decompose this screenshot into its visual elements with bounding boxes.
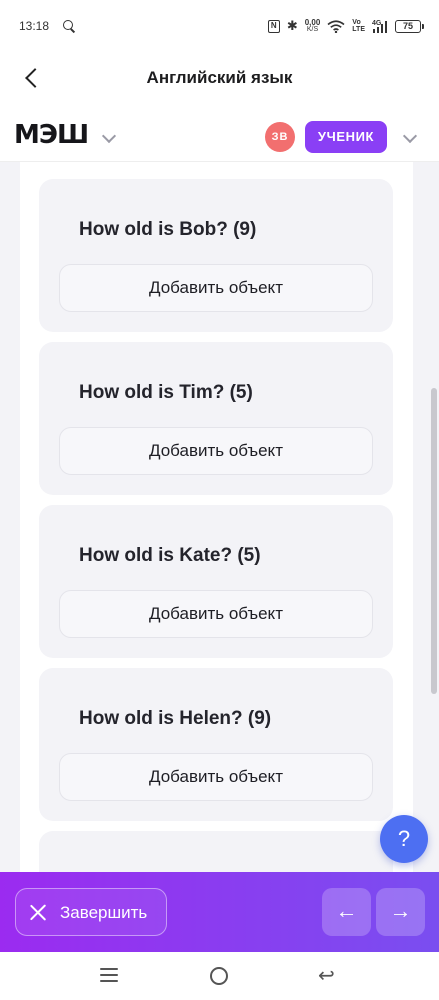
network-type: 4G	[372, 20, 382, 27]
nfc-icon: N	[267, 19, 280, 33]
volte-indicator: Vo LTE	[352, 19, 365, 33]
previous-button[interactable]: ←	[322, 888, 371, 936]
add-object-button[interactable]: Добавить объект	[59, 753, 373, 801]
finish-label: Завершить	[60, 903, 148, 922]
question-list: How old is Bob? (9) Добавить объект How …	[20, 162, 413, 872]
volte-bottom: LTE	[352, 26, 365, 33]
question-text: How old is Helen? (9)	[79, 708, 272, 729]
cellular-signal-icon: 4G	[372, 19, 388, 33]
help-button[interactable]: ?	[380, 815, 428, 863]
question-text: How old is Kate? (5)	[79, 545, 261, 566]
system-navigation-bar: ↩	[0, 952, 439, 1000]
add-object-button[interactable]: Добавить объект	[59, 264, 373, 312]
avatar[interactable]: ЗВ	[265, 122, 295, 152]
question-text: How old is Tim? (5)	[79, 382, 253, 403]
status-icons: N ✱ 0,00 K/S Vo LTE 4G 75	[267, 18, 424, 34]
question-card: How old is Helen? (9) Добавить объект	[39, 668, 393, 821]
app-header: Английский язык	[0, 52, 439, 106]
system-back-icon[interactable]: ↩	[318, 966, 335, 986]
finish-button[interactable]: Завершить	[15, 888, 167, 936]
mesh-logo[interactable]: МЭШ	[14, 120, 89, 150]
question-card: How old is Tim? (5) Добавить объект	[39, 342, 393, 495]
chevron-down-icon[interactable]	[101, 128, 117, 144]
question-card: How old is Kate? (5) Добавить объект	[39, 505, 393, 658]
status-bar: 13:18 N ✱ 0,00 K/S Vo LTE 4G 75	[0, 0, 439, 52]
scrollbar[interactable]	[431, 388, 437, 694]
question-text: How old is Bob? (9)	[79, 219, 257, 240]
home-icon[interactable]	[210, 967, 228, 985]
question-card-partial	[39, 831, 393, 872]
bluetooth-icon: ✱	[286, 18, 298, 33]
wifi-icon	[327, 19, 345, 33]
menu-icon[interactable]	[100, 968, 118, 982]
next-button[interactable]: →	[376, 888, 425, 936]
page-title: Английский язык	[146, 68, 293, 87]
question-card: How old is Bob? (9) Добавить объект	[39, 179, 393, 332]
add-object-button[interactable]: Добавить объект	[59, 427, 373, 475]
network-speed-value: 0,00	[304, 18, 321, 27]
battery-icon: 75	[395, 19, 424, 33]
search-icon	[63, 20, 75, 32]
role-badge[interactable]: УЧЕНИК	[305, 121, 387, 153]
role-chevron-down-icon[interactable]	[402, 128, 418, 144]
mesh-bar: МЭШ ЗВ УЧЕНИК	[0, 106, 439, 162]
network-speed-unit: K/S	[306, 26, 319, 33]
action-bar: Завершить ← →	[0, 872, 439, 952]
close-icon	[29, 903, 47, 921]
volte-top: Vo	[352, 19, 361, 26]
add-object-button[interactable]: Добавить объект	[59, 590, 373, 638]
status-time: 13:18	[19, 19, 50, 33]
network-speed: 0,00 K/S	[304, 18, 321, 34]
